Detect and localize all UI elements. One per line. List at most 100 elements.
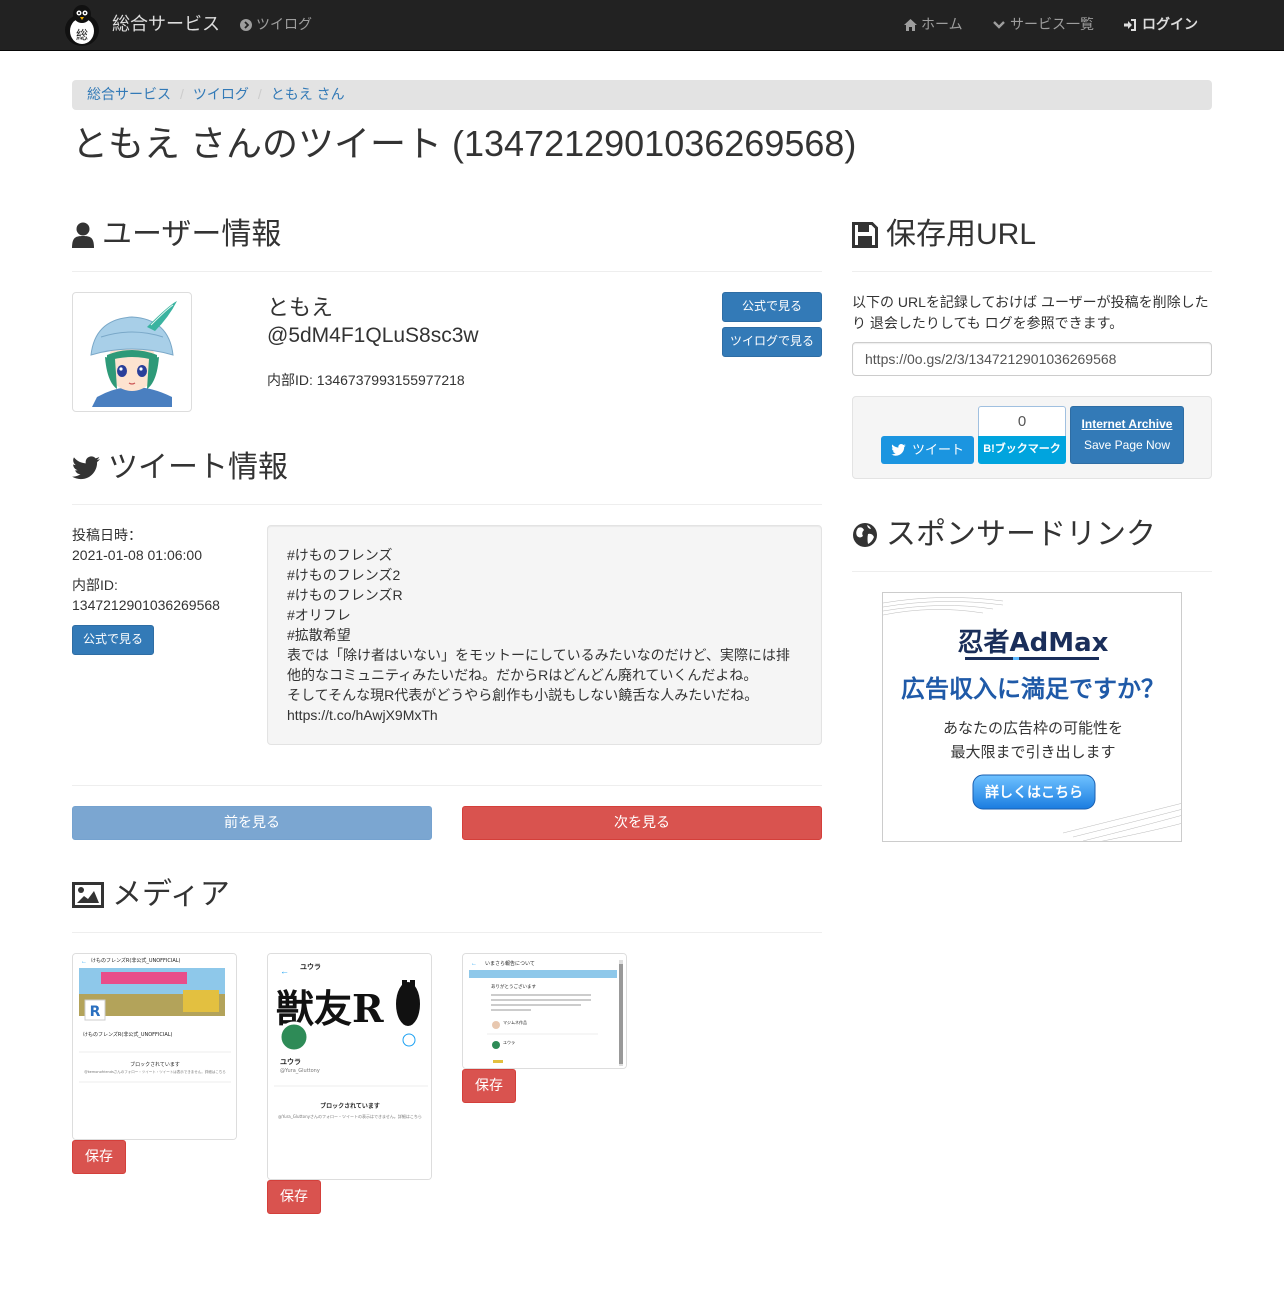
next-button[interactable]: 次を見る — [462, 806, 822, 840]
thumb1-sub: けものフレンズR(非公式_UNOFFICIAL) — [83, 1031, 173, 1038]
tweet-text: #けものフレンズ #けものフレンズ2 #けものフレンズR #オリフレ #拡散希望… — [267, 525, 822, 745]
tweet-link[interactable]: https://t.co/hAwjX9MxTh — [287, 705, 802, 725]
ad-headline: 広告収入に満足ですか？ — [901, 675, 1165, 703]
brand-text: 総合サービス — [112, 14, 220, 35]
thumb2-top: ユウラ — [300, 962, 321, 971]
avatar-image — [77, 297, 187, 407]
thumb2-name: ユウラ — [280, 1057, 301, 1066]
tweet-line: #オリフレ — [287, 607, 351, 623]
svg-text:←: ← — [81, 959, 87, 965]
media-thumbnail-3[interactable]: いまさら報告について ← ありがとうございます マジムネ作品 ユウラ — [462, 953, 627, 1069]
svg-text:←: ← — [471, 961, 477, 967]
thumb3-user-2: ユウラ — [503, 1039, 515, 1045]
tweet-id-value: 1347212901036269568 — [72, 597, 220, 613]
save-media-2-button[interactable]: 保存 — [267, 1180, 321, 1214]
tweet-line: 表では「除け者はいない」をモットーにしているみたいなのだけど、実際には排 — [287, 647, 790, 663]
nav-home[interactable]: ホーム — [904, 0, 963, 50]
user-info-heading-text: ユーザー情報 — [102, 218, 282, 251]
thumb2-blocked-desc: @Yura_Gluttonyさんのフォロー・ツイートの表示はできません。詳細はこ… — [278, 1113, 422, 1119]
sponsor-heading: スポンサードリンク — [852, 518, 1156, 551]
divider — [72, 785, 822, 786]
tweet-info-heading-text: ツイート情報 — [108, 451, 288, 484]
ia-title: Internet Archive — [1081, 417, 1173, 431]
breadcrumb-separator: / — [180, 86, 184, 103]
breadcrumb: 総合サービス / ツイログ / ともえ さん — [72, 80, 1212, 110]
tweet-line: #けものフレンズ — [287, 547, 393, 563]
tweet-info-heading: ツイート情報 — [72, 451, 288, 484]
save-url-field[interactable] — [852, 342, 1212, 376]
thumb2-blocked: ブロックされています — [320, 1102, 380, 1110]
sponsor-ad-banner[interactable]: 忍者AdMax 広告収入に満足ですか？ あなたの広告枠の可能性を 最大限まで引き… — [882, 592, 1182, 842]
media-heading: メディア — [72, 878, 230, 911]
floppy-disk-icon — [852, 221, 878, 248]
ad-image: 忍者AdMax 広告収入に満足ですか？ あなたの広告枠の可能性を 最大限まで引き… — [883, 593, 1181, 841]
image-icon — [72, 881, 104, 908]
ia-subtitle: Save Page Now — [1083, 438, 1171, 452]
divider — [852, 271, 1212, 272]
thumb1-blocked: ブロックされています — [130, 1061, 180, 1068]
save-url-heading-text: 保存用URL — [886, 218, 1037, 251]
thumb2-handle: @Yura_Gluttony — [280, 1068, 320, 1074]
prev-button[interactable]: 前を見る — [72, 806, 432, 840]
save-media-1-button[interactable]: 保存 — [72, 1140, 126, 1174]
save-url-description: 以下の URLを記録しておけば ユーザーが投稿を削除したり 退会したりしても ロ… — [852, 294, 1209, 331]
nav-services-label: サービス一覧 — [1010, 16, 1094, 33]
sponsor-heading-text: スポンサードリンク — [886, 518, 1156, 551]
tweet-share-label: ツイート — [911, 441, 964, 457]
svg-text:←: ← — [280, 966, 289, 976]
hatena-bookmark-button[interactable]: B!ブックマーク — [978, 436, 1066, 464]
tweet-line: #けものフレンズ2 — [287, 567, 401, 583]
page-title: ともえ さんのツイート (1347212901036269568) — [72, 123, 857, 164]
nav-login-label: ログイン — [1142, 16, 1198, 33]
breadcrumb-separator: / — [257, 86, 262, 103]
nav-tweelog-label: ツイログ — [256, 16, 312, 33]
user-info-heading: ユーザー情報 — [72, 218, 281, 251]
twitter-bird-icon — [891, 444, 906, 456]
tweet-share-button[interactable]: ツイート — [881, 436, 974, 464]
svg-text:R: R — [90, 1004, 101, 1020]
chevron-circle-right-icon — [240, 19, 252, 31]
nav-home-label: ホーム — [921, 16, 963, 33]
user-tweelog-button[interactable]: ツイログで見る — [722, 327, 822, 357]
svg-text:総: 総 — [76, 28, 88, 42]
home-icon — [904, 19, 917, 31]
thumb1-blocked-desc: @kemonofriendsさんのフォロー・ツイート・ツイートは表示できません。… — [84, 1069, 225, 1074]
user-official-button[interactable]: 公式で見る — [722, 292, 822, 322]
ad-button: 詳しくはこちら — [985, 784, 1083, 801]
posted-label: 投稿日時： — [72, 527, 142, 543]
divider — [72, 932, 822, 933]
nav-tweelog[interactable]: ツイログ — [240, 0, 312, 50]
user-icon — [72, 222, 94, 248]
divider — [72, 504, 822, 505]
media-thumbnail-2[interactable]: ユウラ ← 獣友R ユウラ @Yura_Gluttony ブロックされています … — [267, 953, 432, 1180]
posted-value: 2021-01-08 01:06:00 — [72, 547, 202, 563]
sign-in-icon — [1124, 19, 1136, 31]
navbar: 総 総合サービス ツイログ ホーム サービス一覧 ログイン — [0, 0, 1284, 51]
globe-icon — [853, 522, 877, 547]
nav-login[interactable]: ログイン — [1124, 0, 1198, 50]
tweet-id-label: 内部ID: — [72, 577, 118, 593]
save-media-3-button[interactable]: 保存 — [462, 1069, 516, 1103]
thumb3-title: いまさら報告について — [485, 960, 535, 967]
thumb3-msg: ありがとうございます — [491, 983, 536, 990]
ad-line-2: 最大限まで引き出します — [950, 743, 1115, 761]
internet-archive-button[interactable]: Internet Archive Save Page Now — [1070, 406, 1184, 464]
tweet-official-button[interactable]: 公式で見る — [72, 625, 154, 655]
penguin-logo-icon: 総 — [65, 5, 99, 46]
save-url-heading: 保存用URL — [852, 218, 1036, 251]
breadcrumb-item-user[interactable]: ともえ さん — [271, 85, 345, 105]
hatena-count: 0 — [978, 406, 1066, 437]
media-image-3: いまさら報告について ← ありがとうございます マジムネ作品 ユウラ — [463, 954, 626, 1068]
ad-line-1: あなたの広告枠の可能性を — [943, 719, 1123, 737]
media-image-2: ユウラ ← 獣友R ユウラ @Yura_Gluttony ブロックされています … — [268, 954, 431, 1179]
brand-link[interactable]: 総 総合サービス — [60, 0, 220, 50]
breadcrumb-item-home[interactable]: 総合サービス — [87, 85, 171, 105]
breadcrumb-item-tweelog[interactable]: ツイログ — [193, 85, 249, 105]
twitter-bird-icon — [72, 455, 100, 479]
tweet-line: 他的なコミュニティみたいだね。だからRはどんどん廃れていくんだよね。 — [287, 667, 758, 683]
thumb1-title: けものフレンズR(非公式_UNOFFICIAL) — [91, 957, 181, 964]
thumb3-user-1: マジムネ作品 — [503, 1019, 527, 1025]
divider — [852, 571, 1212, 572]
nav-services[interactable]: サービス一覧 — [993, 0, 1094, 50]
media-thumbnail-1[interactable]: けものフレンズR(非公式_UNOFFICIAL) ← R けものフレンズR(非公… — [72, 953, 237, 1140]
